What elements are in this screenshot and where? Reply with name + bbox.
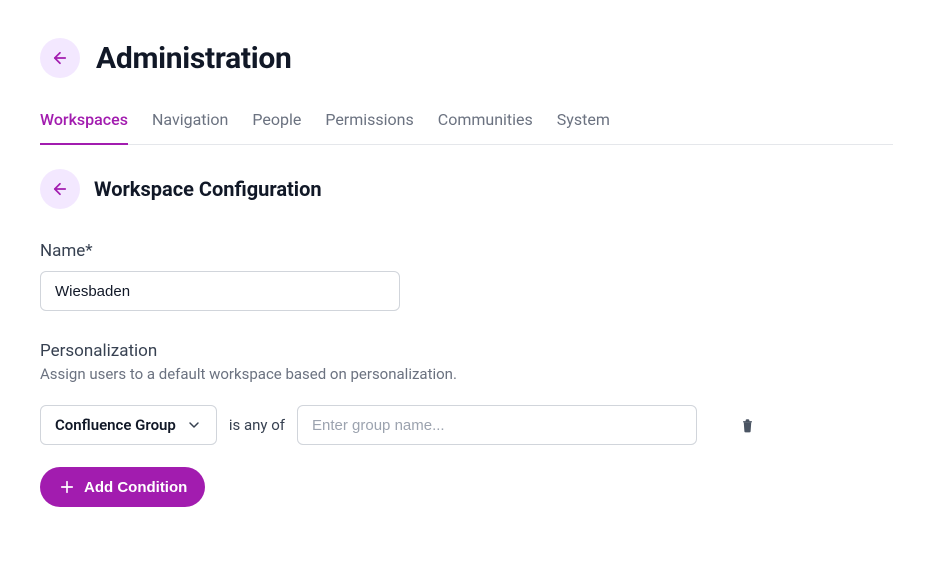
tab-workspaces[interactable]: Workspaces	[40, 110, 128, 145]
tab-communities[interactable]: Communities	[438, 110, 533, 145]
tab-navigation[interactable]: Navigation	[152, 110, 228, 145]
add-condition-label: Add Condition	[84, 479, 187, 496]
tabs-nav: Workspaces Navigation People Permissions…	[40, 110, 893, 145]
plus-icon	[58, 478, 76, 496]
name-field-group: Name*	[40, 241, 893, 311]
arrow-left-icon	[51, 49, 69, 67]
delete-condition-button[interactable]	[735, 413, 759, 437]
section-back-button[interactable]	[40, 169, 80, 209]
condition-type-select[interactable]: Confluence Group	[40, 405, 217, 445]
page-header: Administration	[40, 38, 893, 78]
section-header: Workspace Configuration	[40, 169, 893, 209]
personalization-section: Personalization Assign users to a defaul…	[40, 341, 893, 507]
personalization-title: Personalization	[40, 341, 893, 361]
trash-icon	[740, 418, 755, 433]
chevron-down-icon	[186, 417, 202, 433]
section-title: Workspace Configuration	[94, 177, 322, 201]
back-button[interactable]	[40, 38, 80, 78]
condition-operator: is any of	[229, 416, 285, 434]
page-title: Administration	[96, 41, 292, 76]
tab-people[interactable]: People	[252, 110, 301, 145]
add-condition-button[interactable]: Add Condition	[40, 467, 205, 507]
arrow-left-icon	[51, 180, 69, 198]
group-name-input[interactable]	[297, 405, 697, 445]
name-label: Name*	[40, 241, 893, 261]
name-input[interactable]	[40, 271, 400, 311]
tab-system[interactable]: System	[557, 110, 610, 145]
condition-type-label: Confluence Group	[55, 416, 176, 434]
personalization-description: Assign users to a default workspace base…	[40, 365, 893, 383]
condition-row: Confluence Group is any of	[40, 405, 893, 445]
tab-permissions[interactable]: Permissions	[325, 110, 413, 145]
